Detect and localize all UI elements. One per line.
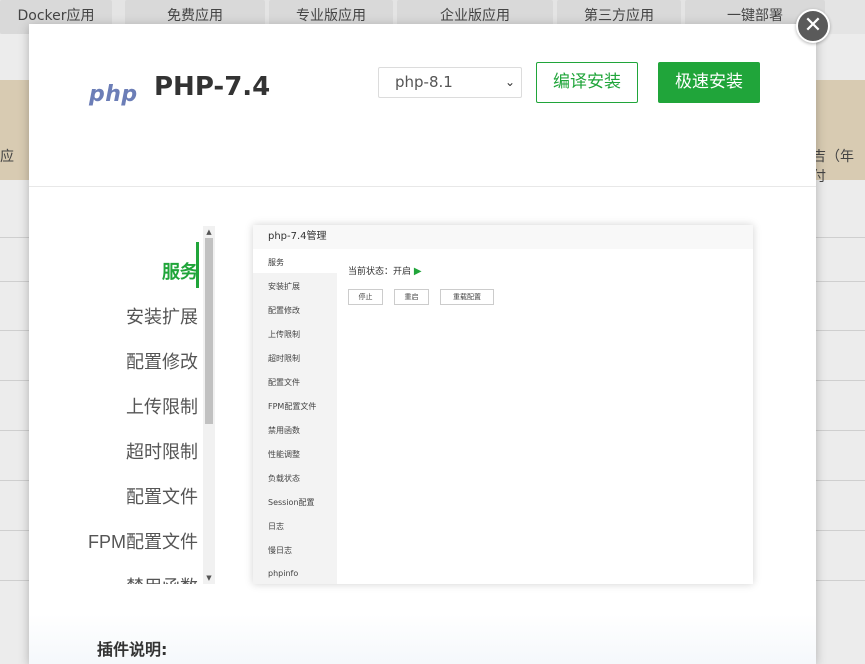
nav-item-disabled-functions[interactable]: 禁用函数 [126,573,198,584]
preview-status-text: 当前状态：开启 [348,267,412,277]
preview-menu-item: FPM配置文件 [268,402,317,411]
nav-item-service[interactable]: 服务 [162,258,198,284]
nav-item-fpm-config[interactable]: FPM配置文件 [88,528,198,554]
chevron-down-icon: ⌄ [504,75,515,89]
preview-menu-item: phpinfo [268,569,299,578]
preview-menu-item: 服务 [268,258,284,267]
nav-item-config-edit[interactable]: 配置修改 [126,348,198,374]
preview-restart-button: 重启 [394,289,429,305]
nav-item-config-file[interactable]: 配置文件 [126,483,198,509]
nav-item-upload-limit[interactable]: 上传限制 [126,393,198,419]
preview-menu-item: 负载状态 [268,474,300,483]
version-select-value: php-8.1 [395,73,453,91]
nav-scrollbar-thumb[interactable] [205,238,213,424]
preview-menu-item: Session配置 [268,498,315,507]
feature-nav: 服务 安装扩展 配置修改 上传限制 超时限制 配置文件 FPM配置文件 禁用函数 [69,226,216,584]
preview-menu-item: 超时限制 [268,354,300,363]
play-icon: ▶ [413,266,422,277]
preview-stop-button: 停止 [348,289,383,305]
preview-menu-active [253,249,337,273]
fast-install-button[interactable]: 极速安装 [658,62,760,103]
preview-menu-item: 日志 [268,522,284,531]
nav-item-install-extension[interactable]: 安装扩展 [126,303,198,329]
preview-screenshot: php-7.4管理 服务 安装扩展 配置修改 上传限制 超时限制 配置文件 FP… [253,225,753,584]
bg-left-fragment: 应 [0,149,14,165]
preview-status: 当前状态：开启 ▶ [348,264,422,277]
plugin-install-modal: php PHP-7.4 php-8.1 ⌄ 编译安装 极速安装 服务 安装扩展 … [29,24,816,664]
version-select[interactable]: php-8.1 ⌄ [378,67,522,98]
preview-menu-item: 慢日志 [268,546,292,555]
compile-install-button[interactable]: 编译安装 [536,62,638,103]
preview-menu-item: 禁用函数 [268,426,300,435]
header-divider [29,186,816,187]
modal-title: PHP-7.4 [154,72,271,102]
preview-title: php-7.4管理 [253,225,753,249]
php-logo: php [89,82,138,107]
bg-right-fragment: 吉（年付 [812,149,854,185]
nav-active-indicator [196,242,199,288]
preview-menu-item: 上传限制 [268,330,300,339]
plugin-description-label: 插件说明: [97,640,168,659]
preview-menu-item: 配置文件 [268,378,300,387]
scroll-up-icon[interactable]: ▲ [203,226,215,238]
nav-item-timeout-limit[interactable]: 超时限制 [126,438,198,464]
preview-reload-button: 重载配置 [440,289,494,305]
preview-menu [253,249,337,584]
preview-menu-item: 安装扩展 [268,282,300,291]
preview-menu-item: 配置修改 [268,306,300,315]
close-icon[interactable]: ✕ [796,9,830,43]
scroll-down-icon[interactable]: ▼ [203,572,215,584]
preview-menu-item: 性能调整 [268,450,300,459]
